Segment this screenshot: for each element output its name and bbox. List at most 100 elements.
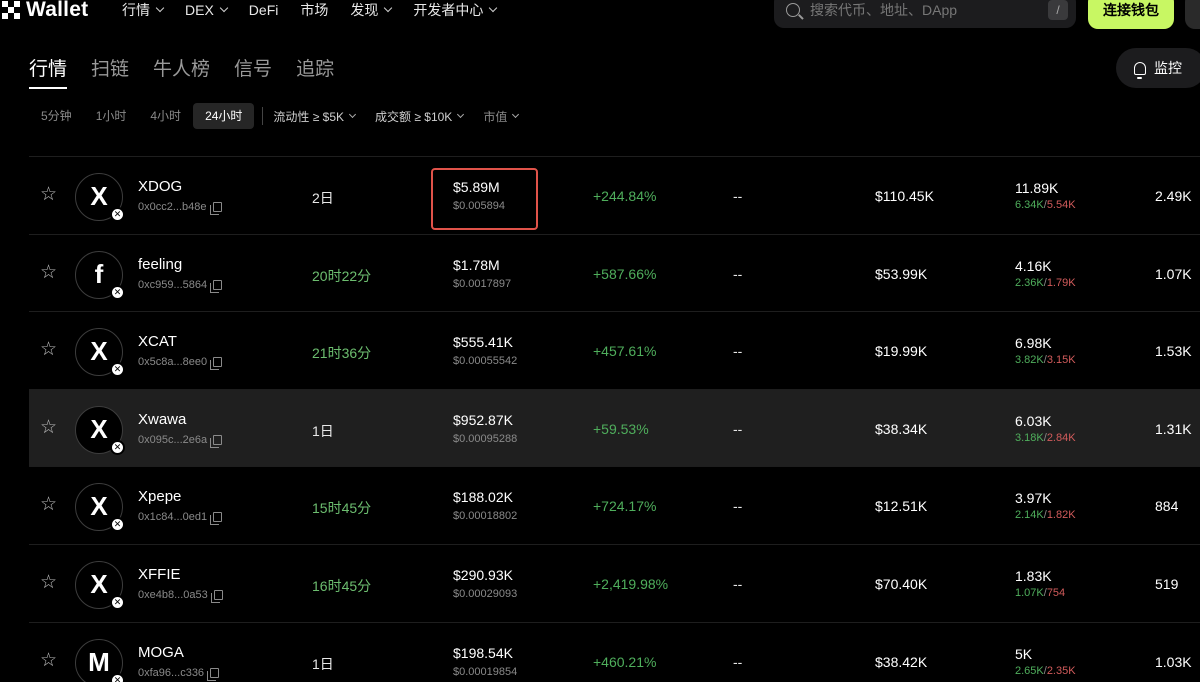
transactions: 6.98K [1015,335,1052,352]
market-cap: $198.54K [453,644,513,661]
buy-count: 1.07K [1015,586,1044,599]
token-name[interactable]: Xpepe [138,488,181,505]
empty-value: -- [733,265,743,282]
chain-badge-icon: ✕ [110,362,125,378]
filter-bar: 5分钟 1小时 4小时 24小时 流动性 ≥ $5K 成交额 ≥ $10K 市值 [29,103,538,129]
token-age: 2日 [312,190,334,206]
star-icon[interactable]: ☆ [40,495,59,514]
copy-icon[interactable] [209,202,222,215]
token-address: 0xc959...5864 [138,279,223,293]
table-row[interactable]: ☆ X ✕ Xpepe 0x1c84...0ed1 15时45分 $188.02K $0.00… [29,466,1200,544]
star-icon[interactable]: ☆ [40,651,59,670]
price-change: +2,419.98% [593,575,669,592]
table-row[interactable]: ☆ X ✕ XCAT 0x5c8a...8ee0 21时36分 $555.41K $0.000… [29,311,1200,389]
copy-icon[interactable] [210,589,223,603]
filter-dropdown-1[interactable]: 成交额 ≥ $10K [375,108,465,125]
table-row[interactable]: ☆ f ✕ feeling 0xc959...5864 20时22分 $1.78M $0.00… [29,233,1200,312]
star-icon[interactable]: ☆ [40,573,59,592]
liquidity: $19.99K [875,343,928,360]
token-name[interactable]: MOGA [138,644,184,661]
copy-icon[interactable] [210,357,223,371]
token-price: $0.00055542 [453,355,518,368]
monitor-button[interactable]: 监控 [1116,48,1200,88]
price-change: +460.21% [593,653,657,670]
chevron-down-icon [219,3,229,13]
top-nav: Wallet 行情 DEX DeFi 市场 发现 开发者中心 / 连接钱包 [0,0,1200,29]
table-row[interactable]: ☆ X ✕ XFFIE 0xe4b8...0a53 16时45分 $290.93K $0.00… [29,543,1200,622]
nav-menu: 行情 DEX DeFi 市场 发现 开发者中心 [122,0,518,20]
tab-1[interactable]: 扫链 [91,54,129,88]
nav-item-label: 发现 [350,2,379,18]
chevron-down-icon [457,110,465,118]
search-input[interactable] [810,2,1030,18]
buy-sell-counts: 2.14K/1.82K [1015,509,1076,521]
filter-dropdown-0[interactable]: 流动性 ≥ $5K [273,108,357,125]
market-cap: $952.87K [453,411,513,428]
monitor-label: 监控 [1154,60,1182,76]
time-range-2[interactable]: 4小时 [138,103,193,129]
time-range-3[interactable]: 24小时 [193,103,255,129]
liquidity: $38.42K [875,653,928,670]
token-address-text: 0x0cc2...b48e [138,201,207,213]
time-range-1[interactable]: 1小时 [84,103,139,129]
nav-item-label: 行情 [122,2,150,18]
sell-count: 754 [1046,586,1066,599]
liquidity: $70.40K [875,575,928,592]
token-address: 0x0cc2...b48e [138,201,222,215]
main-tabs: 行情 扫链 牛人榜 信号 追踪 [29,54,358,89]
time-range-0[interactable]: 5分钟 [29,103,84,129]
star-icon[interactable]: ☆ [40,185,59,204]
holders: 1.07K [1155,265,1192,282]
empty-value: -- [733,575,743,592]
token-age: 1日 [312,422,334,439]
chevron-down-icon [155,3,165,13]
nav-item-2[interactable]: DeFi [249,0,279,20]
bell-icon [1134,61,1146,79]
search-bar[interactable]: / [774,0,1076,28]
token-name[interactable]: XCAT [138,333,177,350]
tab-3[interactable]: 信号 [234,54,272,88]
liquidity: $53.99K [875,265,928,282]
sell-count: 2.84K [1046,431,1076,444]
token-name[interactable]: Xwawa [138,411,186,428]
token-address-text: 0x1c84...0ed1 [138,511,208,524]
star-icon[interactable]: ☆ [40,263,59,282]
settings-button[interactable] [1185,0,1200,29]
highlight-annotation-box [431,168,538,230]
copy-icon[interactable] [207,667,220,681]
tab-4[interactable]: 追踪 [296,54,334,88]
star-icon[interactable]: ☆ [40,418,59,437]
nav-item-4[interactable]: 发现 [350,0,393,20]
token-name[interactable]: XDOG [138,178,182,195]
token-address-text: 0xe4b8...0a53 [138,588,208,601]
nav-item-0[interactable]: 行情 [122,0,165,20]
table-row[interactable]: ☆ X ✕ XDOG 0x0cc2...b48e 2日 $5.89M $0.005894 +24… [29,156,1200,234]
buy-sell-counts: 1.07K/754 [1015,587,1065,599]
buy-count: 6.34K [1015,199,1044,211]
search-icon [786,3,800,17]
token-address-text: 0x095c...2e6a [138,433,208,446]
copy-icon[interactable] [210,279,223,293]
chevron-down-icon [348,110,357,118]
tab-2[interactable]: 牛人榜 [153,54,210,88]
nav-item-3[interactable]: 市场 [300,0,328,20]
nav-item-5[interactable]: 开发者中心 [413,0,498,20]
market-cap: $1.78M [453,256,500,273]
connect-wallet-button[interactable]: 连接钱包 [1088,0,1174,29]
logo[interactable]: Wallet [2,0,88,22]
nav-item-1[interactable]: DEX [185,0,229,20]
token-address: 0x095c...2e6a [138,433,223,448]
copy-icon[interactable] [210,434,223,448]
token-name[interactable]: XFFIE [138,566,181,583]
tab-0[interactable]: 行情 [29,54,68,89]
market-cap: $188.02K [453,489,513,506]
copy-icon[interactable] [210,512,223,526]
chevron-down-icon [489,3,498,13]
liquidity: $110.45K [875,188,934,204]
logo-icon [2,1,20,19]
token-name[interactable]: feeling [138,256,182,273]
star-icon[interactable]: ☆ [40,340,59,359]
table-row[interactable]: ☆ M ✕ MOGA 0xfa96...c336 1日 $198.54K $0.0001985… [29,621,1200,682]
table-row[interactable]: ☆ X ✕ Xwawa 0x095c...2e6a 1日 $952.87K $0.000952… [29,388,1200,467]
filter-dropdown-2[interactable]: 市值 [483,108,520,125]
